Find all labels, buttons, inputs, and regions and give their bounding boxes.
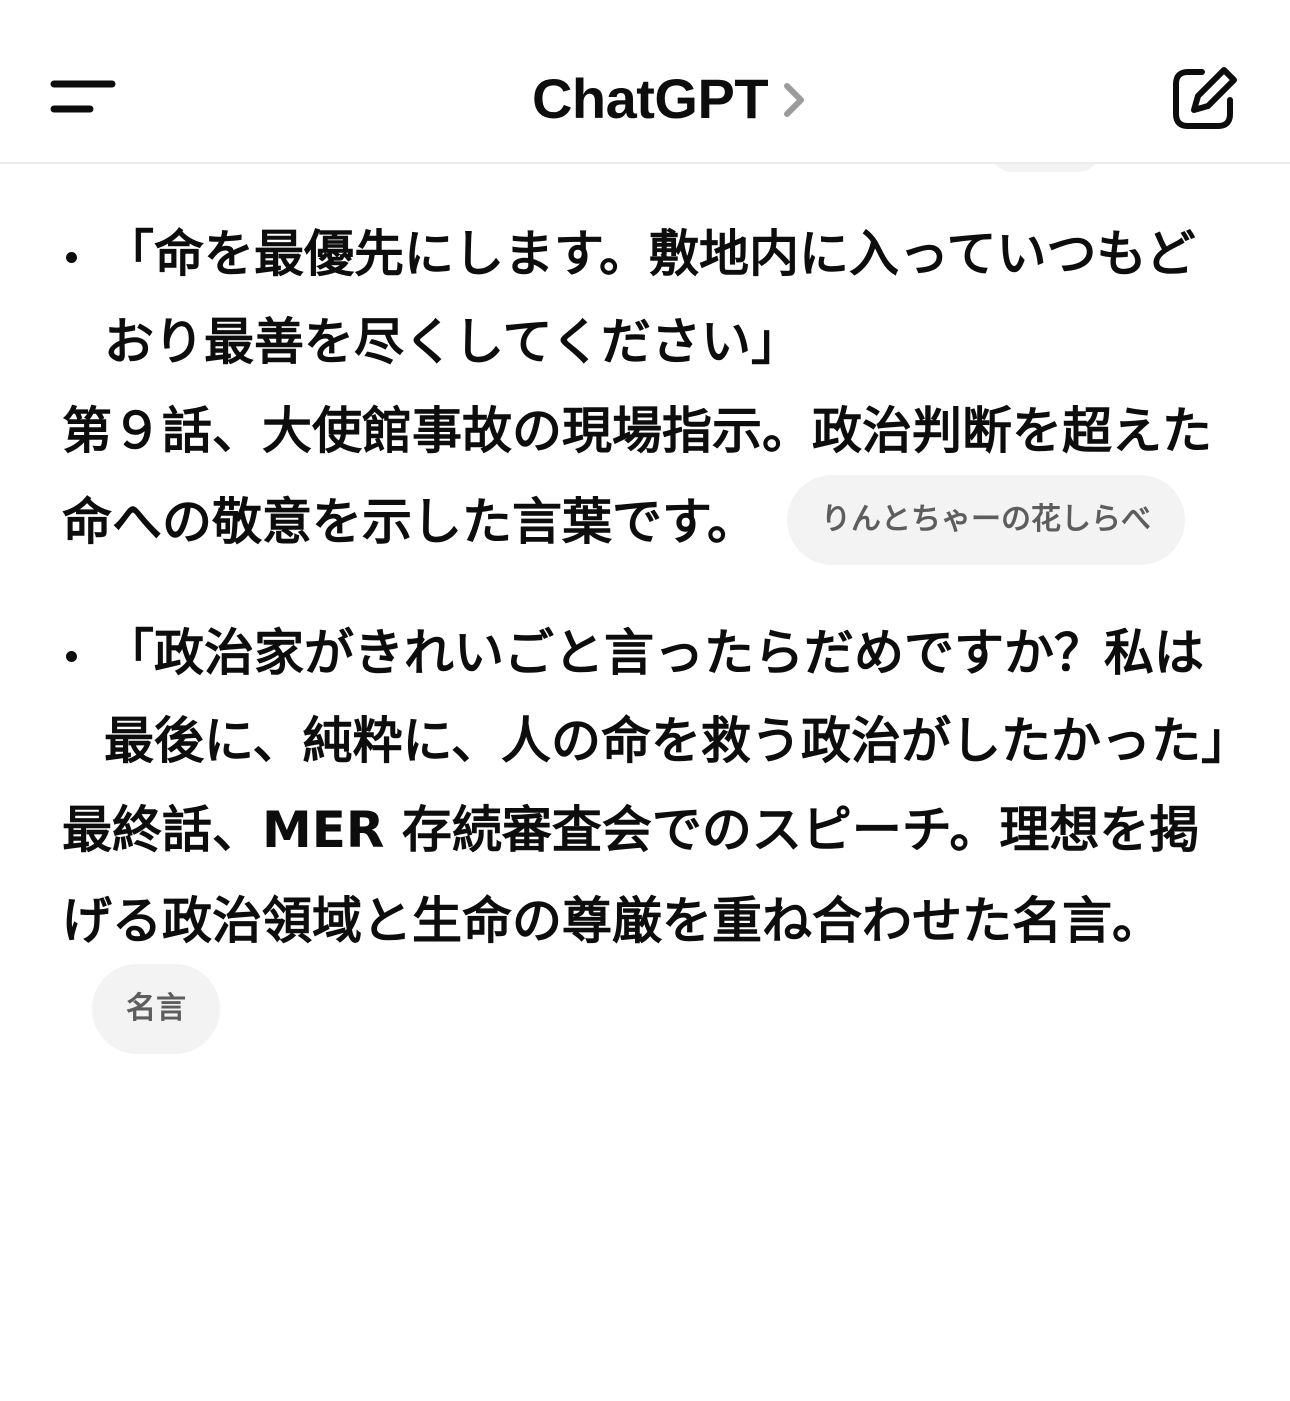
source-chip[interactable]: りんとちゃーの花しらべ	[787, 474, 1185, 565]
bullet-dot	[66, 252, 77, 263]
menu-icon	[50, 80, 116, 113]
menu-button[interactable]	[40, 62, 130, 132]
quote-text: 「政治家がきれいごと言ったらだめですか？私は最後に、純粋に、人の命を救う政治がし…	[104, 623, 1251, 770]
assistant-response: 「命を最優先にします。敷地内に入っていつもどおり最善を尽くしてください」 第９話…	[62, 210, 1251, 1061]
quote-text: 「命を最優先にします。敷地内に入っていつもどおり最善を尽くしてください」	[104, 225, 1196, 371]
list-item: 「政治家がきれいごと言ったらだめですか？私は最後に、純粋に、人の命を救う政治がし…	[62, 609, 1251, 785]
model-selector-button[interactable]: ChatGPT	[532, 66, 808, 131]
compose-icon	[1173, 67, 1237, 129]
list-item: 「命を最優先にします。敷地内に入っていつもどおり最善を尽くしてください」	[62, 210, 1237, 386]
description-text: 最終話、MER 存続審査会でのスピーチ。理想を掲げる政治領域と生命の尊厳を重ね合…	[62, 800, 1200, 950]
source-chip[interactable]: 名言	[92, 964, 220, 1054]
quote-description: 最終話、MER 存続審査会でのスピーチ。理想を掲げる政治領域と生命の尊厳を重ね合…	[62, 785, 1237, 1061]
chevron-right-icon	[784, 83, 805, 117]
bullet-dot	[66, 650, 77, 662]
top-bar: ChatGPT	[0, 0, 1290, 164]
quote-description: 第９話、大使館事故の現場指示。政治判断を超えた命への敬意を示した言葉です。 りんと…	[62, 386, 1237, 571]
app-title: ChatGPT	[531, 66, 769, 130]
new-chat-button[interactable]	[1164, 62, 1244, 134]
